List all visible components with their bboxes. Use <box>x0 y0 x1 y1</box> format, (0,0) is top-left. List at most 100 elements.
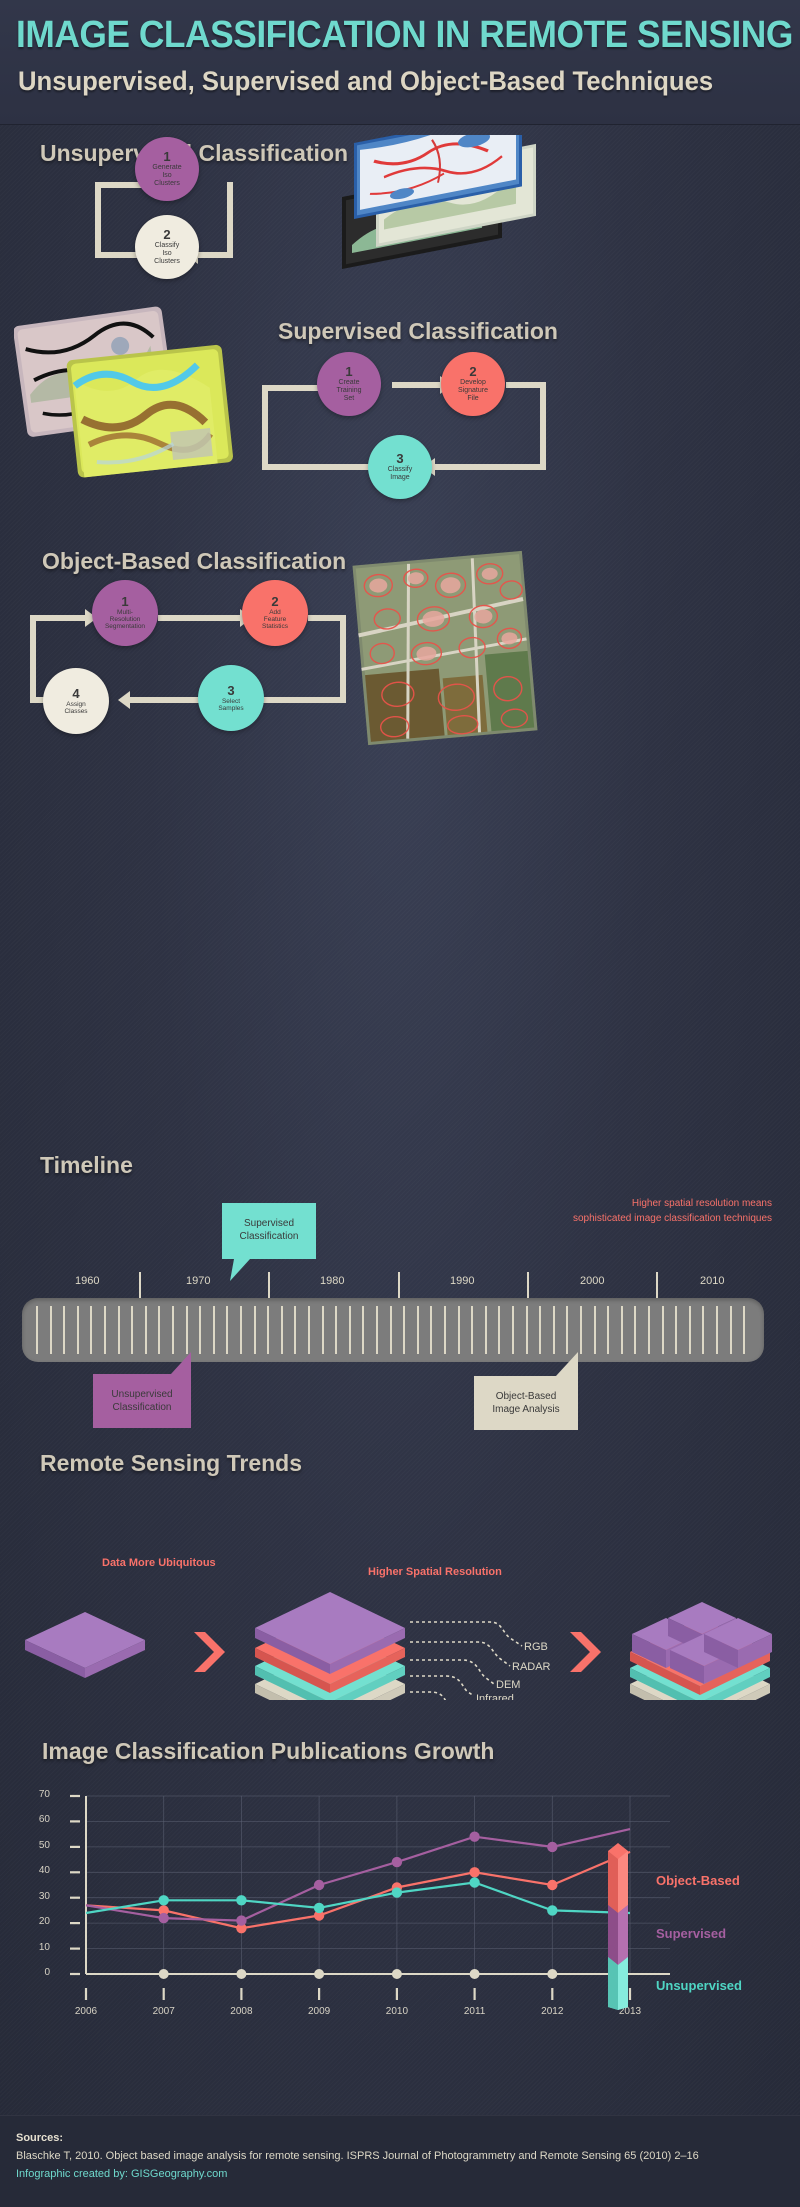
timeline-tick <box>512 1306 514 1354</box>
flow-connector <box>435 464 540 470</box>
timeline-callout-unsupervised[interactable]: Unsupervised Classification <box>93 1352 191 1428</box>
chart-y-tick: 50 <box>38 1839 50 1851</box>
chart-y-tick: 30 <box>38 1890 50 1902</box>
timeline-callout-supervised[interactable]: Supervised Classification <box>222 1203 316 1281</box>
timeline-tick <box>716 1306 718 1354</box>
flow-node-object-1[interactable]: 1 Multi- Resolution Segmentation <box>92 580 158 646</box>
chart-y-tick: 60 <box>38 1814 50 1826</box>
flow-node-object-3[interactable]: 3 Select Samples <box>198 665 264 731</box>
timeline-tick <box>580 1306 582 1354</box>
node-label: Generate Iso Clusters <box>152 164 182 187</box>
flow-connector <box>262 464 370 470</box>
flow-connector <box>30 615 85 621</box>
timeline-tick <box>620 1306 623 1354</box>
timeline-tick <box>702 1306 705 1354</box>
node-label: Multi- Resolution Segmentation <box>104 608 146 631</box>
flow-connector <box>392 382 440 388</box>
node-number: 1 <box>163 149 171 165</box>
chart-y-tick: 10 <box>38 1941 50 1953</box>
timeline-tick <box>743 1306 746 1354</box>
chart-point <box>469 1867 480 1878</box>
timeline-tick <box>348 1306 351 1354</box>
timeline-tick <box>648 1306 650 1354</box>
timeline-callout-label: Unsupervised Classification <box>111 1389 173 1413</box>
timeline-note: Higher spatial resolution means sophisti… <box>420 1196 772 1226</box>
timeline-tick <box>172 1306 174 1354</box>
timeline-year-label: 1990 <box>450 1275 475 1287</box>
node-label: Add Feature Statistics <box>261 608 288 631</box>
chevron-right-icon <box>194 1632 225 1672</box>
timeline-tick <box>253 1306 256 1354</box>
timeline-callout-object-based[interactable]: Object-Based Image Analysis <box>474 1352 578 1430</box>
timeline-tick <box>36 1306 38 1354</box>
flow-node-object-4[interactable]: 4 Assign Classes <box>43 668 109 734</box>
chart-x-tick: 2012 <box>541 2006 564 2017</box>
flow-node-supervised-2[interactable]: 2 Develop Signature File <box>441 352 505 416</box>
timeline-tick <box>63 1306 66 1354</box>
chart-x-tick: 2010 <box>385 2006 409 2017</box>
chart-legend: Object-Based Supervised Unsupervised <box>600 1835 780 2010</box>
timeline-note-line2: sophisticated image classification techn… <box>573 1213 772 1224</box>
timeline-tick <box>76 1306 79 1354</box>
chart-x-tick: 2011 <box>463 2006 486 2017</box>
timeline-year-label: 1970 <box>186 1275 211 1287</box>
flow-node-unsupervised-1[interactable]: 1 Generate Iso Clusters <box>135 137 199 201</box>
node-label: Classify Iso Clusters <box>154 242 180 265</box>
axis-marker <box>158 1969 169 1979</box>
timeline-tick <box>212 1306 215 1354</box>
multi-layer-stack <box>255 1592 405 1700</box>
timeline-tick <box>376 1306 378 1354</box>
node-number: 2 <box>271 594 279 610</box>
timeline-tick <box>335 1306 338 1354</box>
header-banner: IMAGE CLASSIFICATION IN REMOTE SENSING U… <box>0 0 800 125</box>
arrow-left-icon <box>118 691 130 709</box>
timeline-tick <box>416 1306 419 1354</box>
chart-point <box>313 1879 325 1891</box>
timeline-tick <box>729 1306 732 1354</box>
timeline-tick <box>539 1306 542 1354</box>
footer: Sources: Blaschke T, 2010. Object based … <box>0 2115 800 2207</box>
sources-heading: Sources: <box>16 2132 64 2144</box>
node-number: 1 <box>345 364 353 380</box>
timeline-tick <box>185 1306 188 1354</box>
axis-marker <box>314 1969 325 1979</box>
flow-connector <box>158 615 240 621</box>
node-label: Classify Image <box>387 465 413 481</box>
legend-label-object-based: Object-Based <box>656 1873 740 1888</box>
layer-label-rgb: RGB <box>524 1641 548 1653</box>
timeline-tick <box>566 1306 569 1354</box>
chart-point <box>158 1895 169 1906</box>
timeline-year-label: 1960 <box>75 1275 100 1287</box>
chart-point <box>469 1877 480 1888</box>
timeline-year-label: 2000 <box>580 1275 605 1287</box>
flow-connector <box>30 615 36 703</box>
trends-diagram: RGB RADAR DEM Infrared DSM <box>10 1580 790 1700</box>
node-label: Select Samples <box>218 697 244 712</box>
flow-node-unsupervised-2[interactable]: 2 Classify Iso Clusters <box>135 215 199 279</box>
chart-y-tick: 40 <box>38 1865 50 1877</box>
layer-label-radar: RADAR <box>512 1661 551 1673</box>
chart-x-tick: 2007 <box>152 2006 175 2017</box>
flow-node-supervised-1[interactable]: 1 Create Training Set <box>317 352 381 416</box>
axis-marker <box>236 1969 247 1979</box>
timeline-tick <box>158 1306 161 1354</box>
timeline-tick <box>430 1306 433 1354</box>
chart-y-tick: 70 <box>38 1789 50 1800</box>
chart-x-tick: 2008 <box>230 2006 253 2017</box>
chart-point <box>391 1887 403 1898</box>
page-subtitle: Unsupervised, Supervised and Object-Base… <box>18 66 714 96</box>
timeline-tick <box>525 1306 528 1354</box>
chart-point <box>236 1915 247 1926</box>
chart-point <box>469 1831 480 1842</box>
flow-connector <box>196 252 233 258</box>
single-layer-slab <box>25 1612 145 1678</box>
credit-line: Infographic created by: GISGeography.com <box>16 2168 228 2180</box>
section-title-trends: Remote Sensing Trends <box>40 1450 303 1476</box>
timeline-tick <box>240 1306 242 1354</box>
timeline-tick <box>552 1306 555 1354</box>
node-number: 4 <box>72 685 80 701</box>
flow-node-object-2[interactable]: 2 Add Feature Statistics <box>242 580 308 646</box>
chart-x-tick: 2006 <box>74 2006 98 2017</box>
flow-node-supervised-3[interactable]: 3 Classify Image <box>368 435 432 499</box>
layer-label-infrared: Infrared <box>476 1693 514 1700</box>
